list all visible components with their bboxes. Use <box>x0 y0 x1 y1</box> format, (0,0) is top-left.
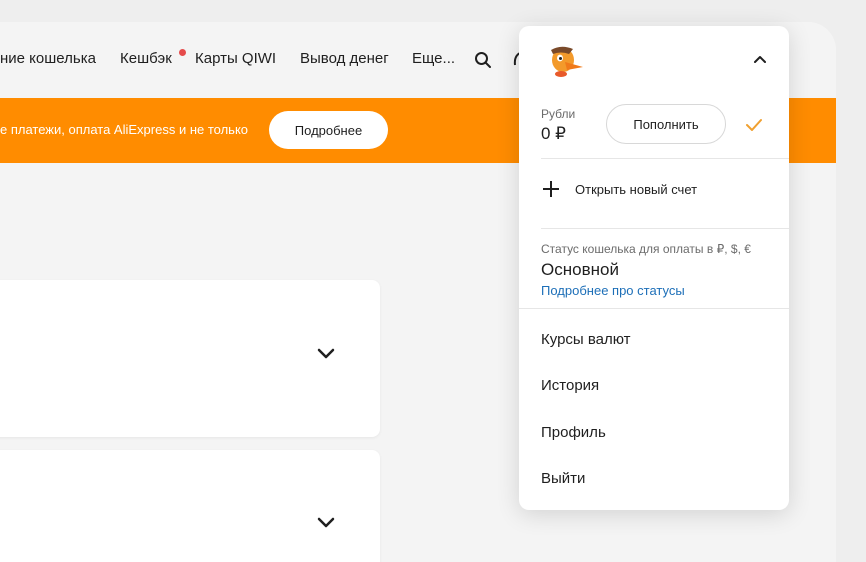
nav-item-qiwi-cards[interactable]: Карты QIWI <box>195 50 276 67</box>
menu-item-logout[interactable]: Выйти <box>541 470 585 487</box>
content-card-1[interactable] <box>0 280 380 437</box>
nav-item-cashback[interactable]: Кешбэк <box>120 50 172 67</box>
chevron-up-icon[interactable] <box>753 54 767 64</box>
divider <box>519 308 789 309</box>
banner-more-button[interactable]: Подробнее <box>269 111 388 149</box>
duck-avatar-icon[interactable] <box>543 40 587 80</box>
check-icon <box>746 119 762 131</box>
wallet-status-label: Статус кошелька для оплаты в ₽, $, € <box>541 242 751 256</box>
search-icon[interactable] <box>474 51 492 69</box>
topup-button[interactable]: Пополнить <box>606 104 726 144</box>
nav-item-more[interactable]: Еще... <box>412 50 455 67</box>
divider <box>541 228 789 229</box>
plus-icon <box>543 181 559 197</box>
divider <box>541 158 789 159</box>
content-card-2[interactable] <box>0 450 380 562</box>
wallet-status-value: Основной <box>541 260 619 279</box>
nav-item-wallet-settings[interactable]: ние кошелька <box>0 50 96 67</box>
account-dropdown: Рубли 0 ₽ Пополнить Открыть новый счет С… <box>519 26 789 510</box>
menu-item-history[interactable]: История <box>541 377 599 394</box>
nav-item-withdraw[interactable]: Вывод денег <box>300 50 389 67</box>
chevron-down-icon[interactable] <box>316 516 336 528</box>
status-info-link[interactable]: Подробнее про статусы <box>541 283 685 298</box>
account-currency-label: Рубли <box>541 107 576 121</box>
cashback-notification-dot <box>179 49 186 56</box>
menu-item-profile[interactable]: Профиль <box>541 424 606 441</box>
open-new-account-button[interactable]: Открыть новый счет <box>541 174 697 204</box>
chevron-down-icon[interactable] <box>316 347 336 359</box>
menu-item-exchange-rates[interactable]: Курсы валют <box>541 331 631 348</box>
open-new-account-label: Открыть новый счет <box>575 181 698 197</box>
banner-text: е платежи, оплата AliExpress и не только <box>0 122 249 137</box>
account-balance: 0 ₽ <box>541 124 566 143</box>
